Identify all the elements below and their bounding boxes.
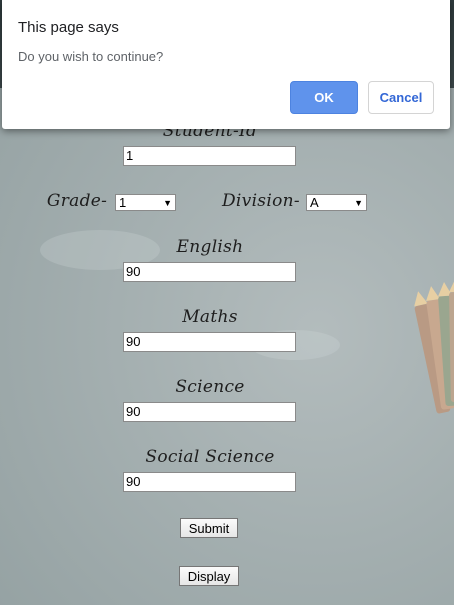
display-button[interactable]: Display bbox=[179, 566, 239, 586]
confirm-dialog: This page says Do you wish to continue? … bbox=[2, 0, 450, 129]
grade-label: Grade- bbox=[46, 191, 108, 211]
science-label: Science bbox=[175, 377, 245, 397]
cancel-button[interactable]: Cancel bbox=[368, 81, 434, 114]
division-select[interactable]: A ▼ bbox=[306, 194, 367, 211]
english-input[interactable]: 90 bbox=[123, 262, 296, 282]
dropdown-arrow-icon: ▼ bbox=[163, 197, 172, 208]
maths-input[interactable]: 90 bbox=[123, 332, 296, 352]
dialog-message: Do you wish to continue? bbox=[18, 49, 164, 64]
division-label: Division- bbox=[222, 191, 300, 211]
maths-label: Maths bbox=[182, 307, 238, 327]
science-input[interactable]: 90 bbox=[123, 402, 296, 422]
student-id-input[interactable]: 1 bbox=[123, 146, 296, 166]
social-science-input[interactable]: 90 bbox=[123, 472, 296, 492]
social-science-label: Social Science bbox=[145, 447, 275, 467]
grade-select[interactable]: 1 ▼ bbox=[115, 194, 176, 211]
english-label: English bbox=[176, 237, 244, 257]
ok-button[interactable]: OK bbox=[290, 81, 358, 114]
grade-selected-value: 1 bbox=[119, 195, 127, 210]
submit-button[interactable]: Submit bbox=[180, 518, 238, 538]
division-selected-value: A bbox=[310, 195, 319, 210]
dialog-title: This page says bbox=[18, 19, 119, 36]
dropdown-arrow-icon: ▼ bbox=[354, 197, 363, 208]
